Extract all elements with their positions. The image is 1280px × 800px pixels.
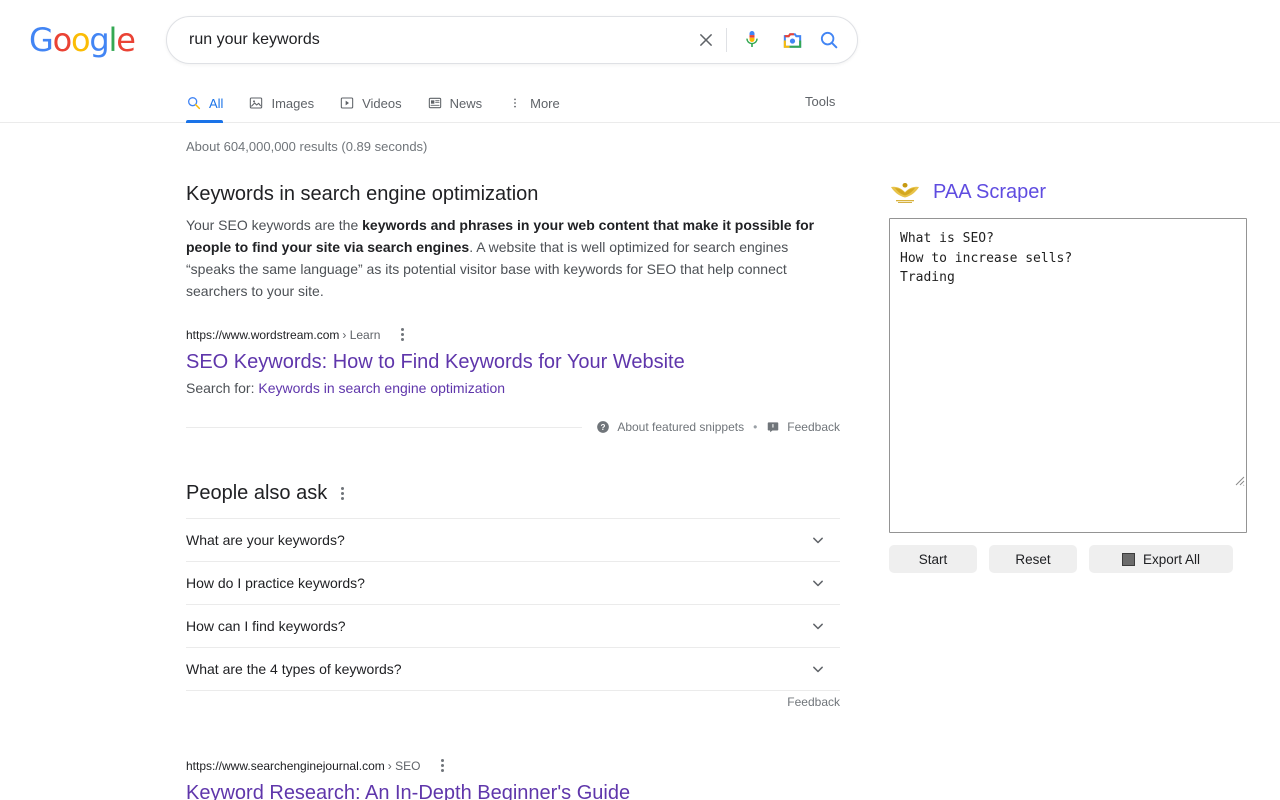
featured-snippet-body: Your SEO keywords are the keywords and p…: [186, 214, 840, 302]
search-icon: [186, 95, 202, 111]
paa-question: How do I practice keywords?: [186, 573, 365, 593]
news-icon: [427, 95, 443, 111]
tools-button[interactable]: Tools: [805, 94, 835, 109]
paa-question: What are the 4 types of keywords?: [186, 659, 402, 679]
results-column: About 604,000,000 results (0.89 seconds)…: [186, 123, 840, 800]
logo-letter-g2: g: [89, 24, 108, 56]
gold-eagle-logo-icon: [889, 179, 921, 205]
logo-letter-g1: G: [29, 24, 53, 56]
tab-more[interactable]: More: [507, 84, 560, 122]
people-also-ask-title: People also ask: [186, 480, 327, 506]
featured-snippet: Keywords in search engine optimization Y…: [186, 181, 840, 434]
footer-divider: [186, 427, 582, 428]
export-all-label: Export All: [1143, 552, 1200, 567]
main-content: About 604,000,000 results (0.89 seconds)…: [0, 123, 1280, 800]
search-divider: [726, 28, 727, 52]
svg-text:?: ?: [601, 423, 606, 432]
source-line: https://www.searchenginejournal.com › SE…: [186, 755, 840, 776]
source-line: https://www.wordstream.com › Learn: [186, 324, 840, 345]
featured-snippet-link-title[interactable]: SEO Keywords: How to Find Keywords for Y…: [186, 349, 840, 375]
start-button[interactable]: Start: [889, 545, 977, 573]
search-result-2-title[interactable]: Keyword Research: An In-Depth Beginner's…: [186, 780, 840, 800]
video-icon: [339, 95, 355, 111]
search-submit-icon[interactable]: [809, 20, 849, 60]
people-also-ask: People also ask What are your keywords? …: [186, 480, 840, 709]
tab-all-label: All: [209, 96, 223, 111]
result-options-kebab-icon[interactable]: [395, 324, 410, 345]
paa-scraper-buttons: Start Reset Export All: [889, 545, 1249, 573]
chevron-down-icon: [808, 573, 828, 593]
tab-videos-label: Videos: [362, 96, 402, 111]
logo-letter-e: e: [116, 24, 135, 56]
paa-feedback-link[interactable]: Feedback: [787, 695, 840, 709]
result-stats: About 604,000,000 results (0.89 seconds): [186, 139, 840, 155]
search-box[interactable]: [166, 16, 858, 64]
search-header: Google: [0, 0, 1280, 123]
fs-body-part1: Your SEO keywords are the: [186, 217, 362, 233]
featured-snippet-footer: ? About featured snippets • Feedback: [186, 420, 840, 434]
source-path: › Learn: [342, 326, 380, 344]
more-vertical-icon: [507, 95, 523, 111]
paa-question: What are your keywords?: [186, 530, 345, 550]
reset-button[interactable]: Reset: [989, 545, 1077, 573]
google-logo[interactable]: Google: [29, 24, 135, 56]
feedback-icon: [766, 420, 780, 434]
featured-snippet-title: Keywords in search engine optimization: [186, 181, 840, 207]
keywords-textarea[interactable]: [889, 218, 1247, 533]
tab-news-label: News: [450, 96, 483, 111]
tab-videos[interactable]: Videos: [339, 84, 402, 122]
footer-separator: •: [751, 420, 759, 434]
paa-footer: Feedback: [186, 690, 840, 709]
search-for-line: Search for: Keywords in search engine op…: [186, 378, 840, 398]
tab-images[interactable]: Images: [248, 84, 314, 122]
export-all-button[interactable]: Export All: [1089, 545, 1233, 573]
image-icon: [248, 95, 264, 111]
save-disk-icon: [1122, 553, 1135, 566]
logo-letter-o2: o: [71, 24, 89, 56]
search-input[interactable]: [187, 30, 692, 50]
source-url[interactable]: https://www.wordstream.com: [186, 326, 339, 344]
source-path: › SEO: [388, 757, 421, 775]
tab-all[interactable]: All: [186, 84, 223, 122]
search-for-link[interactable]: Keywords in search engine optimization: [258, 380, 505, 396]
search-for-label: Search for:: [186, 380, 254, 396]
paa-question: How can I find keywords?: [186, 616, 346, 636]
paa-options-kebab-icon[interactable]: [335, 483, 350, 504]
chevron-down-icon: [808, 659, 828, 679]
paa-scraper-panel: PAA Scraper Start Reset Export All: [889, 123, 1249, 573]
paa-scraper-header: PAA Scraper: [889, 179, 1249, 205]
logo-letter-l: l: [109, 24, 117, 56]
google-lens-camera-icon[interactable]: [775, 23, 809, 57]
paa-item-2[interactable]: How can I find keywords?: [186, 604, 840, 647]
about-featured-snippets-link[interactable]: About featured snippets: [617, 420, 744, 434]
tab-more-label: More: [530, 96, 560, 111]
chevron-down-icon: [808, 616, 828, 636]
result-options-kebab-icon[interactable]: [435, 755, 450, 776]
footer-links: ? About featured snippets • Feedback: [582, 420, 840, 434]
featured-snippet-source: https://www.wordstream.com › Learn SEO K…: [186, 324, 840, 398]
microphone-icon[interactable]: [735, 23, 769, 57]
search-nav-tabs: All Images Videos: [186, 84, 585, 122]
paa-item-3[interactable]: What are the 4 types of keywords?: [186, 647, 840, 690]
people-also-ask-header: People also ask: [186, 480, 840, 506]
source-url[interactable]: https://www.searchenginejournal.com: [186, 757, 385, 775]
feedback-link[interactable]: Feedback: [787, 420, 840, 434]
help-circle-icon: ?: [596, 420, 610, 434]
paa-item-0[interactable]: What are your keywords?: [186, 518, 840, 561]
clear-icon[interactable]: [692, 26, 720, 54]
paa-item-1[interactable]: How do I practice keywords?: [186, 561, 840, 604]
chevron-down-icon: [808, 530, 828, 550]
tab-news[interactable]: News: [427, 84, 483, 122]
logo-letter-o1: o: [53, 24, 71, 56]
search-result-2: https://www.searchenginejournal.com › SE…: [186, 755, 840, 800]
paa-scraper-title: PAA Scraper: [933, 179, 1046, 205]
tab-images-label: Images: [271, 96, 314, 111]
